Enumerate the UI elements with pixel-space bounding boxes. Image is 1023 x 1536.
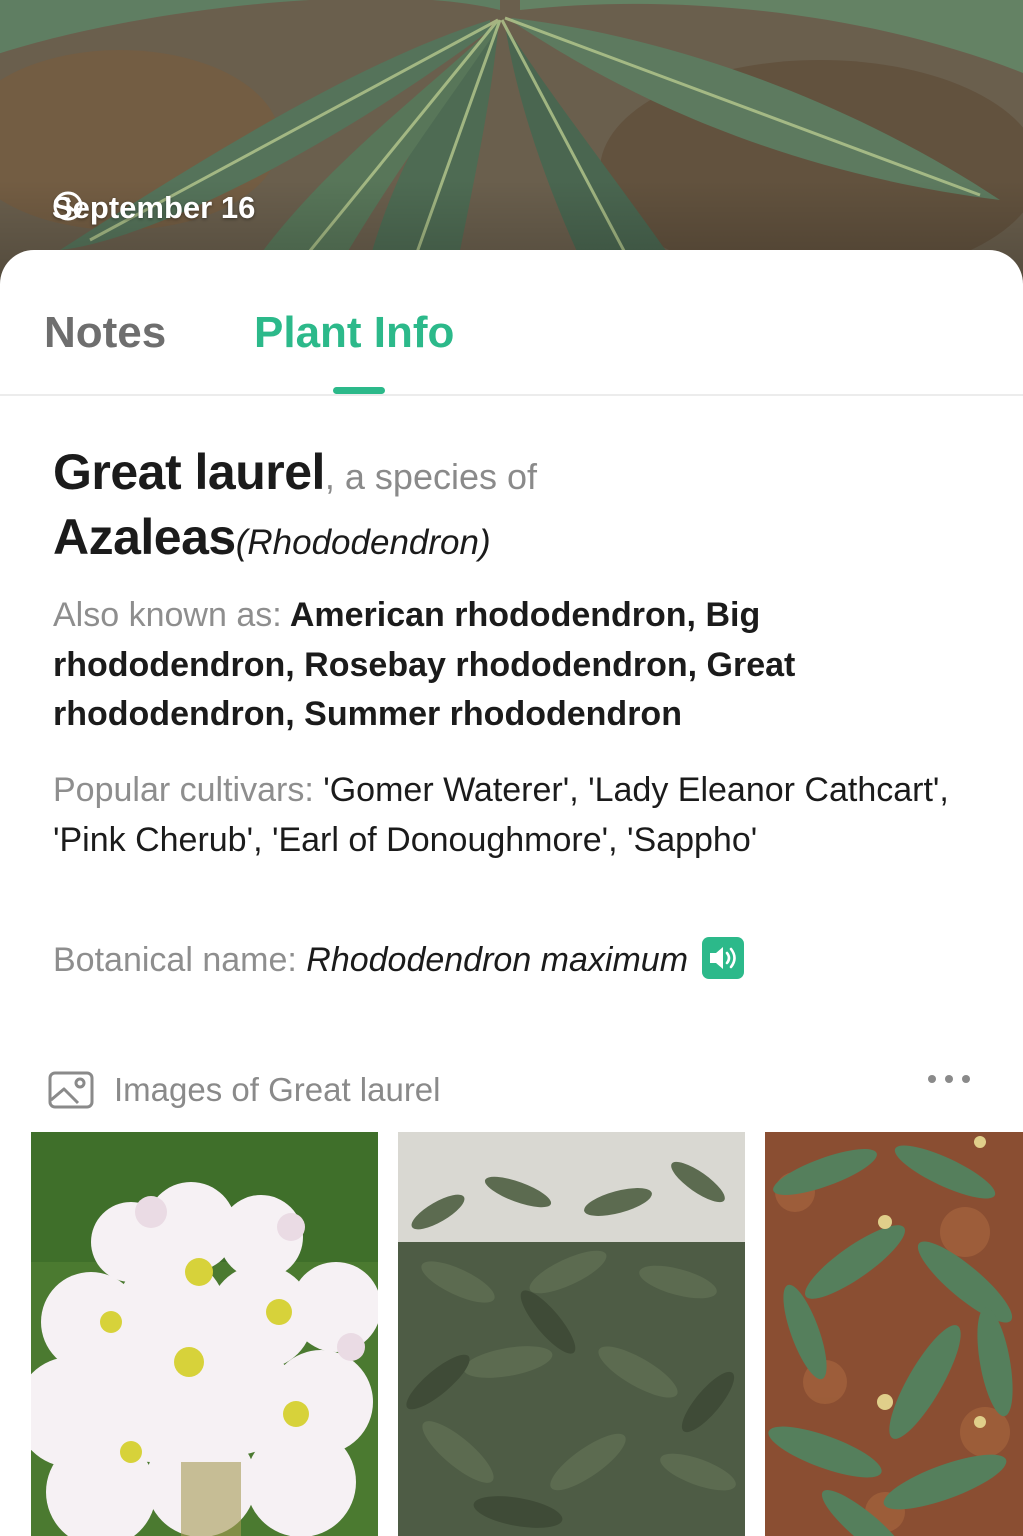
active-tab-indicator: [333, 387, 385, 394]
aka-label: Also known as:: [53, 596, 282, 634]
species-connector: , a species of: [324, 456, 538, 497]
tab-plant-info[interactable]: Plant Info: [254, 308, 454, 358]
tab-bar: Notes Plant Info: [0, 250, 1023, 396]
plant-title: Great laurel, a species of Azaleas(Rhodo…: [53, 442, 983, 573]
flower-cluster-image: [31, 1132, 378, 1536]
images-header: Images of Great laurel: [48, 1065, 978, 1115]
plant-image-thumbnail[interactable]: [398, 1132, 745, 1536]
date-row: September 16: [52, 190, 255, 226]
speaker-icon[interactable]: [702, 937, 745, 980]
image-gallery-icon: [48, 1071, 94, 1109]
genus-scientific: (Rhododendron): [235, 523, 491, 562]
also-known-as: Also known as: American rhododendron, Bi…: [53, 591, 953, 740]
images-heading: Images of Great laurel: [114, 1071, 441, 1108]
botanical-value: Rhododendron maximum: [306, 941, 689, 979]
plant-info-sheet: Notes Plant Info Great laurel, a species…: [0, 250, 1023, 1536]
cultivars-label: Popular cultivars:: [53, 771, 314, 809]
popular-cultivars: Popular cultivars: 'Gomer Waterer', 'Lad…: [53, 766, 953, 865]
tab-notes[interactable]: Notes: [44, 308, 166, 358]
plant-image-thumbnail[interactable]: [765, 1132, 1023, 1536]
botanical-label: Botanical name:: [53, 941, 297, 979]
common-name: Great laurel: [53, 444, 325, 500]
shrub-image: [398, 1132, 745, 1536]
botanical-name: Botanical name: Rhododendron maximum: [53, 936, 953, 986]
leaf-rosette-image: [765, 1132, 1023, 1536]
plant-image-thumbnail[interactable]: [31, 1132, 378, 1536]
clock-icon: [53, 191, 83, 221]
more-options-icon[interactable]: [928, 1075, 970, 1083]
genus-common[interactable]: Azaleas: [53, 509, 236, 565]
